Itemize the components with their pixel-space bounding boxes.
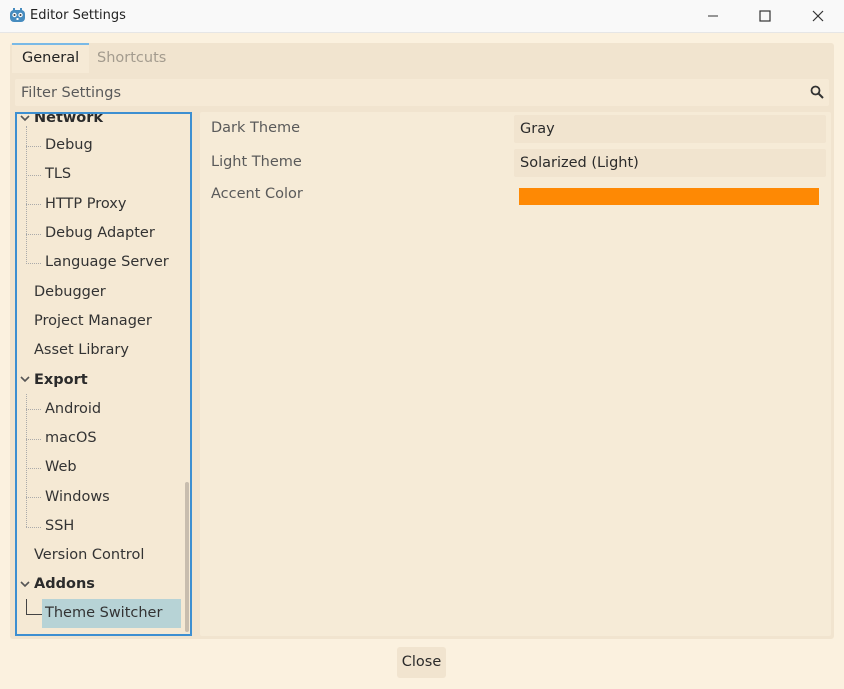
settings-inspector: Dark Theme Gray Light Theme Solarized (L… xyxy=(200,112,831,636)
tree-guide xyxy=(26,439,41,440)
tree-guide xyxy=(26,409,41,410)
chevron-down-icon[interactable] xyxy=(19,373,31,385)
chevron-down-icon[interactable] xyxy=(19,112,31,124)
window-title: Editor Settings xyxy=(30,8,126,23)
settings-tree[interactable]: Network Debug TLS HTTP Proxy Debug Adapt… xyxy=(15,112,192,636)
tree-item-version-control[interactable]: Version Control xyxy=(34,542,144,569)
tree-guide xyxy=(26,234,41,235)
tree-guide xyxy=(26,497,41,498)
tree-section-addons[interactable]: Addons xyxy=(34,571,95,598)
tree-item-web[interactable]: Web xyxy=(45,454,77,481)
tree-guide xyxy=(26,468,41,469)
filter-settings-box xyxy=(15,79,829,106)
accent-color-picker[interactable] xyxy=(519,188,819,205)
tab-bar: General Shortcuts xyxy=(10,43,834,73)
settings-dialog: General Shortcuts Network Debug TLS HTTP… xyxy=(10,43,834,639)
tree-item-project-manager[interactable]: Project Manager xyxy=(34,308,152,335)
close-icon xyxy=(812,10,824,22)
tree-section-network[interactable]: Network xyxy=(34,114,103,132)
tree-item-debug[interactable]: Debug xyxy=(45,132,93,159)
tree-item-language-server[interactable]: Language Server xyxy=(45,249,169,276)
close-button[interactable]: Close xyxy=(397,647,446,678)
light-theme-dropdown[interactable]: Solarized (Light) xyxy=(514,149,826,177)
tree-item-theme-switcher[interactable]: Theme Switcher xyxy=(45,600,162,627)
tree-guide xyxy=(26,599,27,614)
tree-section-export[interactable]: Export xyxy=(34,367,88,394)
tree-item-http-proxy[interactable]: HTTP Proxy xyxy=(45,191,126,218)
tree-item-macos[interactable]: macOS xyxy=(45,425,97,452)
close-window-button[interactable] xyxy=(795,0,841,32)
maximize-icon xyxy=(759,10,771,22)
tree-item-debugger[interactable]: Debugger xyxy=(34,279,106,306)
chevron-down-icon[interactable] xyxy=(19,578,31,590)
dark-theme-dropdown[interactable]: Gray xyxy=(514,115,826,143)
maximize-button[interactable] xyxy=(742,0,788,32)
tree-guide xyxy=(26,204,41,205)
search-icon[interactable] xyxy=(809,84,825,100)
window-titlebar: Editor Settings xyxy=(0,0,844,33)
filter-settings-input[interactable] xyxy=(15,79,807,106)
tree-item-windows[interactable]: Windows xyxy=(45,484,110,511)
minimize-icon xyxy=(708,15,718,17)
tree-guide xyxy=(26,146,41,147)
tree-guide xyxy=(26,614,42,615)
godot-icon xyxy=(10,8,25,22)
prop-label-light-theme: Light Theme xyxy=(211,154,302,170)
prop-label-dark-theme: Dark Theme xyxy=(211,120,301,136)
tree-guide xyxy=(26,175,41,176)
tree-guide xyxy=(26,527,41,528)
prop-label-accent-color: Accent Color xyxy=(211,186,303,202)
tab-shortcuts[interactable]: Shortcuts xyxy=(87,43,176,73)
minimize-button[interactable] xyxy=(690,0,736,32)
tree-guide xyxy=(26,394,27,527)
tree-scrollbar[interactable] xyxy=(185,482,189,632)
tree-guide xyxy=(26,263,41,264)
tree-item-debug-adapter[interactable]: Debug Adapter xyxy=(45,220,155,247)
tree-item-android[interactable]: Android xyxy=(45,396,101,423)
tree-item-ssh[interactable]: SSH xyxy=(45,513,74,540)
tree-item-asset-library[interactable]: Asset Library xyxy=(34,337,129,364)
tree-item-tls[interactable]: TLS xyxy=(45,161,71,188)
tab-general[interactable]: General xyxy=(12,43,90,73)
